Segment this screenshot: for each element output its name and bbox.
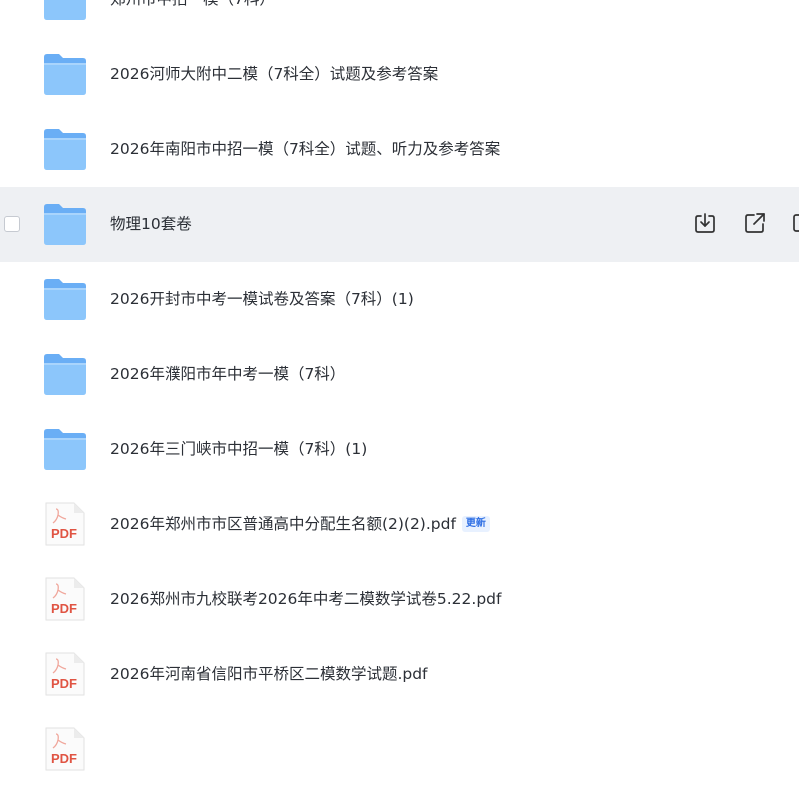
pdf-file-icon: PDF bbox=[42, 651, 88, 697]
file-row[interactable]: 物理10套卷 bbox=[0, 187, 799, 262]
file-row[interactable]: PDF 2026年郑州市市区普通高中分配生名额(2)(2).pdf 更新 bbox=[0, 487, 799, 562]
pdf-label: PDF bbox=[51, 751, 77, 766]
file-row[interactable]: 2026河师大附中二模（7科全）试题及参考答案 bbox=[0, 37, 799, 112]
pdf-file-icon: PDF bbox=[42, 726, 88, 772]
pdf-file-icon: PDF bbox=[42, 576, 88, 622]
more-icon[interactable] bbox=[791, 211, 799, 235]
share-icon[interactable] bbox=[743, 211, 767, 235]
file-list: 郑州市中招一模（7科） 2026河师大附中二模（7科全）试题及参考答案 2026… bbox=[0, 0, 799, 787]
file-row[interactable]: 郑州市中招一模（7科） bbox=[0, 0, 799, 37]
file-name[interactable]: 2026开封市中考一模试卷及答案（7科）(1) bbox=[110, 262, 414, 337]
folder-icon bbox=[42, 351, 88, 397]
pdf-label: PDF bbox=[51, 676, 77, 691]
folder-icon bbox=[42, 276, 88, 322]
file-row[interactable]: 2026年三门峡市中招一模（7科）(1) bbox=[0, 412, 799, 487]
file-name[interactable]: 物理10套卷 bbox=[110, 187, 192, 262]
file-row[interactable]: PDF 2026郑州市九校联考2026年中考二模数学试卷5.22.pdf bbox=[0, 562, 799, 637]
file-row[interactable]: 2026开封市中考一模试卷及答案（7科）(1) bbox=[0, 262, 799, 337]
pdf-label: PDF bbox=[51, 601, 77, 616]
file-name[interactable]: 2026年濮阳市年中考一模（7科） bbox=[110, 337, 345, 412]
folder-icon bbox=[42, 201, 88, 247]
file-row[interactable]: PDF 2026年河南省信阳市平桥区二模数学试题.pdf bbox=[0, 637, 799, 712]
file-name[interactable]: 2026年河南省信阳市平桥区二模数学试题.pdf bbox=[110, 637, 428, 712]
pdf-file-icon: PDF bbox=[42, 501, 88, 547]
folder-icon bbox=[42, 0, 88, 22]
file-name[interactable]: 郑州市中招一模（7科） bbox=[110, 0, 275, 37]
file-name[interactable]: 2026年郑州市市区普通高中分配生名额(2)(2).pdf 更新 bbox=[110, 487, 490, 562]
row-checkbox[interactable] bbox=[4, 216, 20, 232]
folder-icon bbox=[42, 126, 88, 172]
file-name[interactable]: 2026郑州市九校联考2026年中考二模数学试卷5.22.pdf bbox=[110, 562, 501, 637]
file-row[interactable]: PDF bbox=[0, 712, 799, 787]
pdf-label: PDF bbox=[51, 526, 77, 541]
download-icon[interactable] bbox=[693, 211, 717, 235]
folder-icon bbox=[42, 426, 88, 472]
file-row[interactable]: 2026年南阳市中招一模（7科全）试题、听力及参考答案 bbox=[0, 112, 799, 187]
file-name[interactable]: 2026年南阳市中招一模（7科全）试题、听力及参考答案 bbox=[110, 112, 500, 187]
file-name[interactable]: 2026年三门峡市中招一模（7科）(1) bbox=[110, 412, 367, 487]
file-row[interactable]: 2026年濮阳市年中考一模（7科） bbox=[0, 337, 799, 412]
folder-icon bbox=[42, 51, 88, 97]
update-badge: 更新 bbox=[461, 515, 490, 532]
file-name[interactable]: 2026河师大附中二模（7科全）试题及参考答案 bbox=[110, 37, 438, 112]
